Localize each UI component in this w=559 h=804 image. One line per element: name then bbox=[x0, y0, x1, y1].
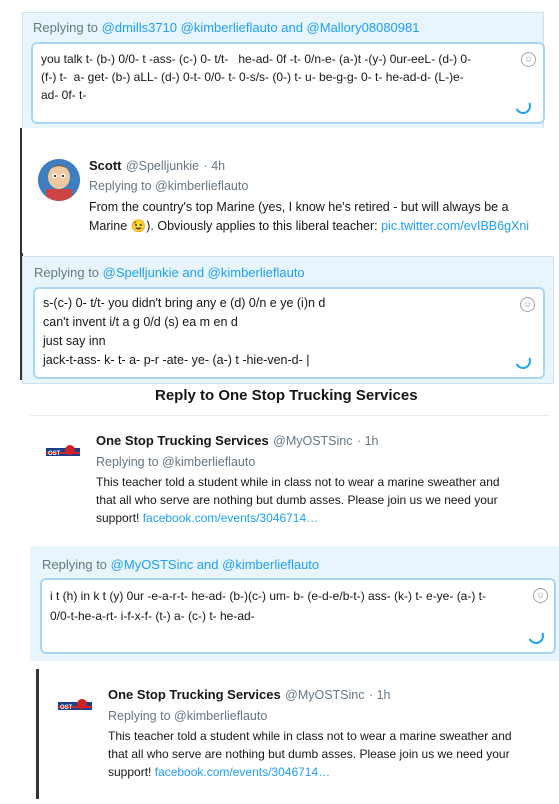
emoji-icon[interactable]: ☺ bbox=[520, 297, 535, 312]
replying-to-line[interactable]: Replying to @kimberlieflauto bbox=[89, 179, 248, 193]
tweet-card[interactable]: Scott @Spelljunkie · 4h Replying to @kim… bbox=[22, 128, 559, 253]
compose-text[interactable]: i t (h) in k t (y) 0ur -e-a-r-t- he-ad- … bbox=[50, 586, 530, 626]
replying-to-line[interactable]: Replying to @kimberlieflauto bbox=[108, 709, 548, 723]
replying-to-text: Replying to bbox=[34, 265, 100, 280]
tweet-body: This teacher told a student while in cla… bbox=[96, 473, 546, 527]
tweet-link[interactable]: facebook.com/events/3046714… bbox=[143, 511, 318, 525]
reply-handles-link[interactable]: @dmills3710 @kimberlieflauto and @Mallor… bbox=[102, 20, 420, 35]
compose-line[interactable]: can't invent i/t a g 0/d (s) ea m en d bbox=[43, 313, 513, 332]
tweet-text-cont: ). Obviously applies to this liberal tea… bbox=[146, 219, 382, 233]
tweet-author-handle[interactable]: @MyOSTSinc bbox=[285, 688, 364, 702]
tweet-timestamp[interactable]: · 1h bbox=[357, 434, 379, 448]
header-divider bbox=[30, 415, 550, 416]
emoji-icon[interactable]: ☺ bbox=[533, 588, 548, 603]
reply-handles-link[interactable]: @MyOSTSinc and @kimberlieflauto bbox=[111, 557, 319, 572]
screenshot-edge bbox=[36, 669, 39, 799]
reply-compose-box[interactable]: i t (h) in k t (y) 0ur -e-a-r-t- he-ad- … bbox=[40, 578, 556, 654]
tweet-link[interactable]: pic.twitter.com/evIBB6gXni bbox=[381, 219, 529, 233]
tweet-body: From the country's top Marine (yes, I kn… bbox=[89, 198, 559, 236]
compose-line[interactable]: just say inn bbox=[43, 332, 513, 351]
compose-line[interactable]: s-(c-) 0- t/t- you didn't bring any e (d… bbox=[43, 294, 513, 313]
tweet-author-name[interactable]: One Stop Trucking Services bbox=[108, 687, 281, 702]
replying-to-text: Replying to bbox=[33, 20, 99, 35]
logo-text: OST bbox=[60, 705, 73, 711]
reply-handles-link[interactable]: @Spelljunkie and @kimberlieflauto bbox=[103, 265, 305, 280]
tweet-timestamp[interactable]: · 4h bbox=[204, 159, 226, 173]
tweet-timestamp[interactable]: · 1h bbox=[369, 688, 391, 702]
tweet-author-handle[interactable]: @Spelljunkie bbox=[126, 159, 199, 173]
replying-to-label: Replying to @Spelljunkie and @kimberlief… bbox=[34, 265, 305, 280]
replying-to-label: Replying to @MyOSTSinc and @kimberliefla… bbox=[42, 557, 319, 572]
replying-to-text: Replying to bbox=[42, 557, 108, 572]
reply-compose-box[interactable]: you talk t- (b-) 0/0- t -ass- (c-) 0- t/… bbox=[31, 42, 545, 124]
company-logo-icon[interactable]: OST bbox=[58, 697, 92, 715]
company-logo-icon[interactable]: OST bbox=[46, 443, 80, 461]
avatar[interactable] bbox=[38, 159, 80, 201]
modal-header: Reply to One Stop Trucking Services bbox=[155, 387, 418, 404]
character-count-icon bbox=[512, 95, 534, 117]
tweet-author-name[interactable]: Scott bbox=[89, 158, 122, 173]
tweet-card[interactable]: One Stop Trucking Services @MyOSTSinc · … bbox=[108, 686, 548, 781]
tweet-card[interactable]: One Stop Trucking Services @MyOSTSinc · … bbox=[96, 432, 546, 527]
tweet-author-handle[interactable]: @MyOSTSinc bbox=[273, 434, 352, 448]
character-count-icon bbox=[525, 625, 547, 647]
reply-compose-box[interactable]: s-(c-) 0- t/t- you didn't bring any e (d… bbox=[33, 287, 545, 379]
compose-text[interactable]: you talk t- (b-) 0/0- t -ass- (c-) 0- t/… bbox=[41, 50, 511, 104]
replying-to-label: Replying to @dmills3710 @kimberlieflauto… bbox=[33, 20, 419, 35]
tweet-link[interactable]: facebook.com/events/3046714… bbox=[155, 765, 330, 779]
wink-emoji-icon: 😉 bbox=[130, 219, 147, 233]
emoji-icon[interactable]: ☺ bbox=[521, 52, 536, 67]
tweet-author-name[interactable]: One Stop Trucking Services bbox=[96, 433, 269, 448]
tweet-body: This teacher told a student while in cla… bbox=[108, 727, 548, 781]
replying-to-line[interactable]: Replying to @kimberlieflauto bbox=[96, 455, 546, 469]
character-count-icon bbox=[512, 350, 534, 372]
compose-line[interactable]: jack-t-ass- k- t- a- p-r -ate- ye- (a-) … bbox=[43, 351, 513, 370]
compose-text[interactable]: s-(c-) 0- t/t- you didn't bring any e (d… bbox=[43, 294, 513, 370]
logo-text: OST bbox=[48, 451, 61, 457]
